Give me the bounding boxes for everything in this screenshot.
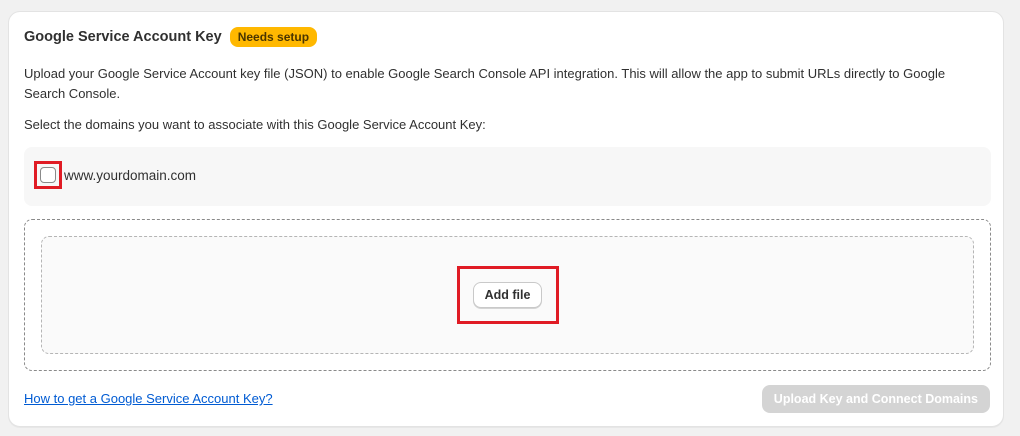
domain-checkbox[interactable]: [40, 167, 56, 183]
help-link[interactable]: How to get a Google Service Account Key?: [24, 391, 273, 406]
domain-select-label: Select the domains you want to associate…: [24, 117, 486, 132]
card-title: Google Service Account Key: [24, 29, 222, 45]
domain-checkbox-highlight[interactable]: [34, 161, 62, 189]
domain-list: www.yourdomain.com: [24, 147, 991, 206]
card-header: Google Service Account Key Needs setup: [24, 27, 318, 47]
status-badge: Needs setup: [229, 27, 318, 47]
card-description: Upload your Google Service Account key f…: [24, 66, 946, 101]
add-file-button[interactable]: Add file: [472, 282, 543, 308]
domain-item[interactable]: www.yourdomain.com: [34, 161, 196, 189]
file-dropzone-inner[interactable]: Add file: [41, 236, 974, 354]
domain-label[interactable]: www.yourdomain.com: [64, 168, 196, 183]
file-dropzone[interactable]: Add file: [24, 219, 991, 371]
service-account-card: Google Service Account Key Needs setup U…: [8, 11, 1004, 427]
add-file-highlight: Add file: [456, 266, 559, 324]
upload-connect-button[interactable]: Upload Key and Connect Domains: [761, 385, 990, 413]
